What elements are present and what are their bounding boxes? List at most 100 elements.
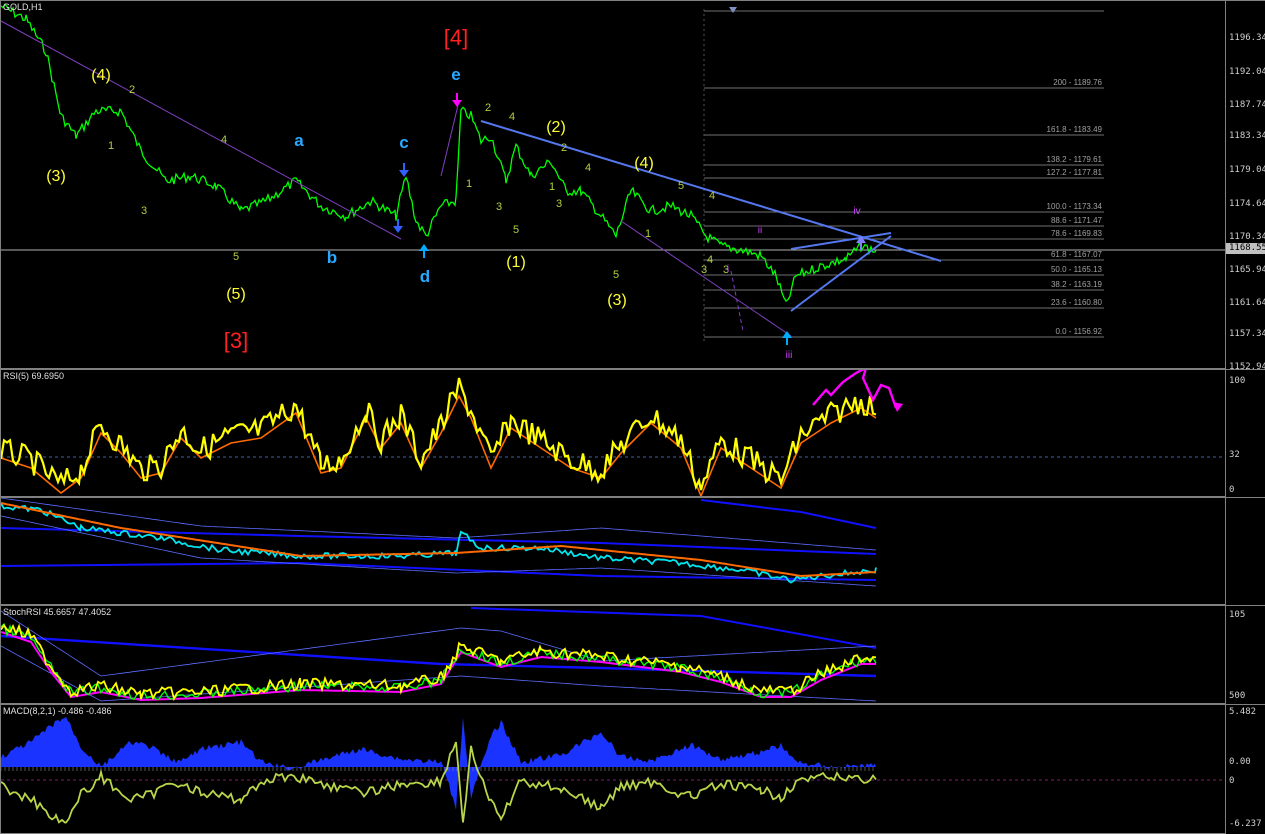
fib-level-label: 61.8 - 1167.07: [1051, 250, 1103, 259]
wave-label-small: 5: [233, 251, 239, 263]
wave-label-small: 1: [549, 181, 555, 193]
axis-tick-label: 0.00: [1229, 757, 1251, 767]
rsi-title: RSI(5) 69.6950: [3, 371, 65, 381]
rsi-pane[interactable]: RSI(5) 69.6950: [0, 369, 1226, 497]
bands-axis: [1226, 497, 1265, 605]
wave-label-small: 4: [585, 162, 591, 174]
fib-level-label: 0.0 - 1156.92: [1055, 327, 1102, 336]
wave-label-yellow: (3): [607, 292, 627, 309]
wave-label-small: 4: [707, 254, 713, 266]
wave-label-small: 3: [556, 198, 562, 210]
price-chart-canvas[interactable]: 200 - 1189.76 161.8 - 1183.49 138.2 - 1179…: [1, 1, 1226, 369]
rsi-signal-line: [1, 394, 877, 496]
fib-level-label: 138.2 - 1179.61: [1047, 155, 1103, 164]
thin-band: [1, 515, 877, 587]
bands-canvas[interactable]: [1, 498, 1226, 605]
rsi-canvas[interactable]: [1, 370, 1226, 497]
arrow-down-icon: [393, 219, 403, 233]
axis-tick-label: 5.482: [1229, 707, 1257, 717]
price-axis: 1196.34 1192.04 1187.74 1183.34 1179.04 1174.…: [1226, 0, 1265, 372]
wave-label-small: 3: [496, 201, 502, 213]
arrow-up-icon: [782, 331, 792, 345]
wave-label-yellow: (2): [546, 119, 566, 136]
axis-tick-label: 0: [1229, 485, 1235, 495]
axis-tick-label: 100: [1229, 376, 1246, 386]
stoch-middle-band: [1, 634, 877, 678]
axis-tick-label: 1165.94: [1229, 265, 1265, 275]
fib-level-label: 200 - 1189.76: [1053, 78, 1102, 87]
macd-histogram: [1, 716, 876, 810]
rsi-line: [1, 377, 877, 491]
fib-level-label: 100.0 - 1173.34: [1047, 202, 1103, 211]
wave-label-yellow: (5): [226, 286, 246, 303]
fib-level-label: 23.6 - 1160.80: [1051, 298, 1103, 307]
axis-tick-label: 1192.04: [1229, 67, 1265, 77]
axis-tick-label: 1174.64: [1229, 199, 1265, 209]
wave-label-yellow: (4): [91, 67, 111, 84]
rsi-axis: 100 32 0: [1226, 369, 1265, 497]
wave-label-magenta: iii: [786, 350, 793, 361]
wave-label-small: 2: [129, 84, 135, 96]
stoch-axis: 105 500: [1226, 605, 1265, 704]
wave-label-yellow: (3): [46, 168, 66, 185]
axis-tick-label: 1157.34: [1229, 329, 1265, 339]
wave-label-small: 2: [561, 142, 567, 154]
arrow-down-icon: [399, 163, 409, 177]
fib-anchor-marker: [729, 7, 737, 13]
axis-tick-label: 1183.34: [1229, 131, 1265, 141]
axis-tick-label: 32: [1229, 450, 1240, 460]
stoch-thin-band: [1, 645, 877, 702]
wave-label-cyan: a: [294, 131, 304, 150]
axis-tick-label: 500: [1229, 691, 1246, 701]
price-line: [1, 3, 877, 302]
stoch-k-line: [1, 623, 877, 702]
wave-label-small: 2: [485, 102, 491, 114]
wave-label-red: [4]: [444, 25, 468, 50]
stoch-rsi-title: StochRSI 45.6657 47.4052: [3, 607, 112, 617]
wave-label-cyan: d: [420, 267, 430, 286]
fib-level-label: 127.2 - 1177.81: [1047, 168, 1103, 177]
wave-label-small: 3: [141, 205, 147, 217]
wave-label-small: 1: [645, 228, 651, 240]
wave-label-yellow: (1): [506, 254, 526, 271]
macd-axis: 5.482 0.00 0 -6.237: [1226, 704, 1265, 834]
price-chart-pane[interactable]: 200 - 1189.76 161.8 - 1183.49 138.2 - 1179…: [0, 0, 1226, 369]
axis-tick-label: 0: [1229, 776, 1235, 786]
macd-pane[interactable]: MACD(8,2,1) -0.486 -0.486: [0, 704, 1226, 834]
wave-label-red: [3]: [224, 328, 248, 353]
chart-symbol-title: GOLD,H1: [3, 2, 43, 12]
axis-tick-label: 1196.34: [1229, 33, 1265, 43]
wave-label-magenta: i: [727, 264, 729, 275]
trend-line-purple: [1, 20, 402, 240]
macd-title: MACD(8,2,1) -0.486 -0.486: [3, 706, 112, 716]
axis-tick-label: -6.237: [1229, 819, 1262, 829]
stoch-upper-band: [470, 607, 877, 649]
wave-label-small: 5: [678, 180, 684, 192]
fib-level-label: 50.0 - 1165.13: [1051, 265, 1103, 274]
wave-label-small: 4: [709, 190, 715, 202]
fib-level-label: 161.8 - 1183.49: [1047, 125, 1103, 134]
stoch-rsi-pane[interactable]: StochRSI 45.6657 47.4052: [0, 605, 1226, 704]
wave-label-small: 4: [221, 134, 227, 146]
stoch-rsi-canvas[interactable]: [1, 606, 1226, 704]
wave-label-small: 1: [108, 140, 114, 152]
fib-level-label: 78.6 - 1169.83: [1051, 229, 1103, 238]
wave-label-small: 5: [613, 269, 619, 281]
axis-tick-label: 1170.34: [1229, 232, 1265, 242]
fib-level-label: 38.2 - 1163.19: [1051, 280, 1103, 289]
axis-tick-label: 1179.04: [1229, 165, 1265, 175]
arrow-down-icon: [452, 93, 462, 107]
arrow-up-icon: [419, 244, 429, 258]
wave-label-magenta: ii: [758, 225, 762, 236]
trend-line-purple: [440, 100, 460, 177]
projection-line: [730, 270, 744, 332]
wave-label-cyan: c: [399, 133, 408, 152]
current-price-badge: 1168.55: [1226, 243, 1265, 254]
upper-band: [700, 499, 877, 529]
wave-label-cyan: e: [451, 65, 460, 84]
macd-canvas[interactable]: [1, 705, 1226, 834]
bands-indicator-pane[interactable]: [0, 497, 1226, 605]
wave-label-small: 5: [513, 224, 519, 236]
wave-label-magenta: iv: [853, 206, 860, 217]
wave-label-small: 1: [466, 178, 472, 190]
